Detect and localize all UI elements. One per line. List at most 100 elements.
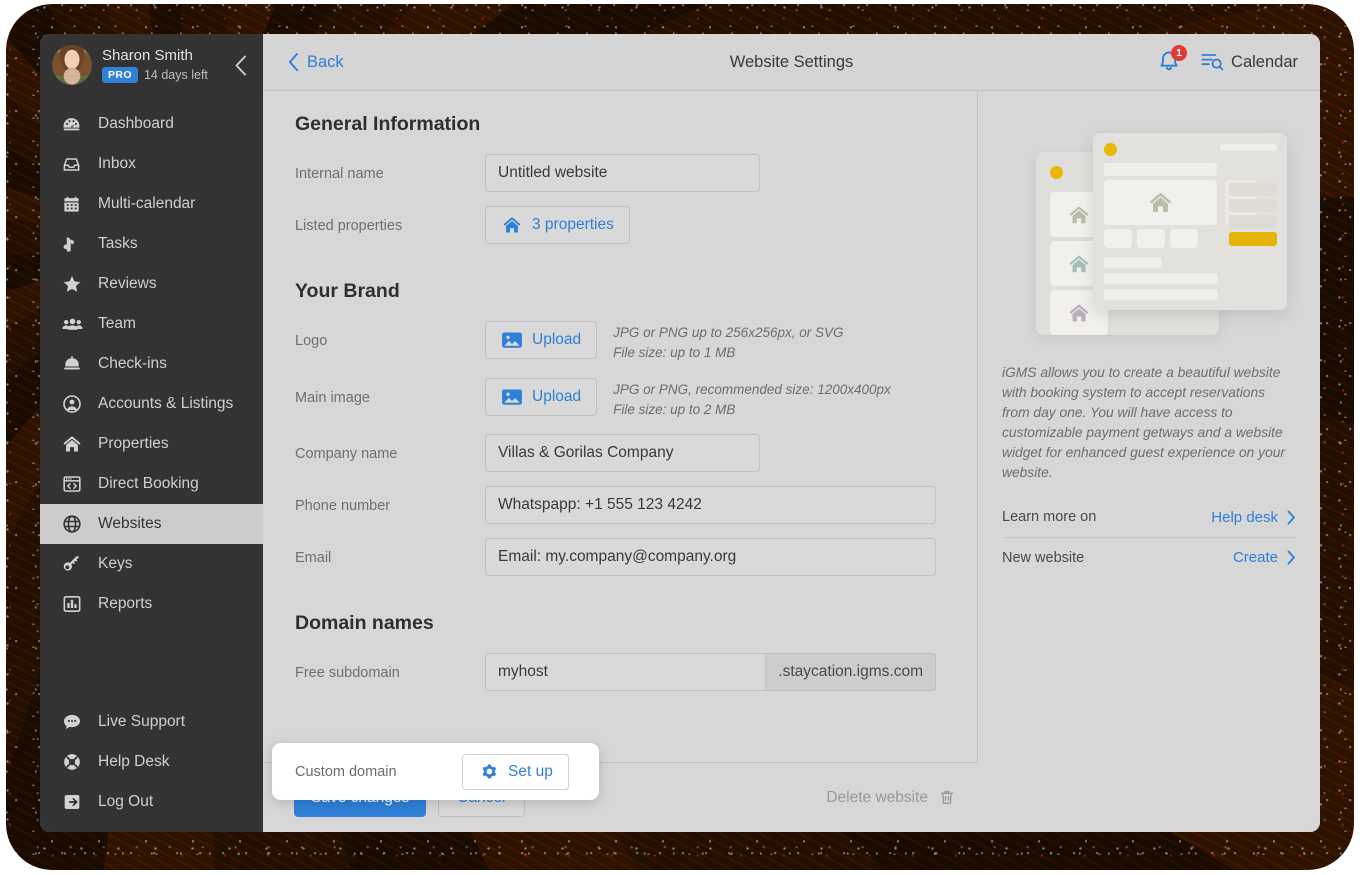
settings-form: General Information Internal name Untitl… <box>263 91 977 691</box>
section-title-brand: Your Brand <box>295 280 400 302</box>
sidebar-item-label: Reports <box>98 595 153 612</box>
free-subdomain-group: myhost .staycation.igms.com <box>485 653 936 691</box>
home-icon <box>1149 192 1172 212</box>
home-icon <box>503 217 521 233</box>
illustration-bar <box>1104 289 1218 300</box>
illustration-cta <box>1229 232 1277 246</box>
main-image-hint: JPG or PNG, recommended size: 1200x400px… <box>613 378 891 421</box>
calendar-icon <box>62 195 88 214</box>
chevron-left-icon[interactable] <box>229 52 251 78</box>
internal-name-field-wrap: Untitled website <box>485 154 977 192</box>
listed-properties-button[interactable]: 3 properties <box>485 206 630 244</box>
listed-properties-field-wrap: 3 properties <box>485 206 977 244</box>
logout-icon <box>62 792 88 812</box>
illustration-thumb <box>1137 229 1165 248</box>
illustration-bar <box>1104 163 1217 176</box>
field-row-email: Email Email: my.company@company.org <box>295 538 977 576</box>
main-image-field-wrap: Upload JPG or PNG, recommended size: 120… <box>485 377 977 421</box>
sidebar-item-properties[interactable]: Properties <box>40 424 263 464</box>
star-icon <box>62 274 88 294</box>
info-blurb: iGMS allows you to create a beautiful we… <box>1002 365 1286 480</box>
sidebar-item-log-out[interactable]: Log Out <box>40 782 263 822</box>
chevron-right-icon <box>1287 510 1295 524</box>
sidebar-item-label: Team <box>98 315 136 332</box>
sidebar-item-keys[interactable]: Keys <box>40 544 263 584</box>
sidebar-item-label: Dashboard <box>98 115 174 132</box>
field-row-company-name: Company name Villas & Gorilas Company <box>295 434 977 472</box>
illustration-field <box>1229 183 1277 196</box>
free-subdomain-input[interactable]: myhost <box>485 653 766 691</box>
settings-form-pane: General Information Internal name Untitl… <box>263 91 978 832</box>
learn-more-row: Learn more on Help desk <box>1002 497 1296 537</box>
main-image-hint-line-1: JPG or PNG, recommended size: 1200x400px <box>613 381 891 397</box>
trial-days-left: 14 days left <box>143 67 208 82</box>
sidebar-item-websites[interactable]: Websites <box>40 504 263 544</box>
people-icon <box>62 314 88 335</box>
field-row-free-subdomain: Free subdomain myhost .staycation.igms.c… <box>295 653 977 691</box>
sidebar-item-label: Keys <box>98 555 133 572</box>
inbox-icon <box>62 155 88 174</box>
help-desk-link[interactable]: Help desk <box>1211 509 1296 526</box>
content-row: General Information Internal name Untitl… <box>263 91 1320 832</box>
user-meta: PRO 14 days left <box>102 67 208 84</box>
lifebuoy-icon <box>62 752 88 772</box>
help-desk-label: Help desk <box>1211 508 1278 526</box>
sidebar-item-label: Help Desk <box>98 753 170 770</box>
company-name-input[interactable]: Villas & Gorilas Company <box>485 434 760 472</box>
back-button[interactable]: Back <box>288 53 344 72</box>
illustration-thumb <box>1170 229 1198 248</box>
sidebar-item-label: Reviews <box>98 275 157 292</box>
phone-input[interactable]: Whatspapp: +1 555 123 4242 <box>485 486 936 524</box>
sidebar-item-reports[interactable]: Reports <box>40 584 263 624</box>
tasks-icon <box>62 235 88 254</box>
sidebar-item-accounts-listings[interactable]: Accounts & Listings <box>40 384 263 424</box>
sidebar-item-multi-calendar[interactable]: Multi-calendar <box>40 184 263 224</box>
user-profile[interactable]: Sharon Smith PRO 14 days left <box>40 34 263 96</box>
sidebar-item-direct-booking[interactable]: Direct Booking <box>40 464 263 504</box>
illustration-bar <box>1220 144 1277 151</box>
illustration-bar <box>1104 257 1162 268</box>
sidebar-item-label: Tasks <box>98 235 138 252</box>
main-image-upload-button[interactable]: Upload <box>485 377 598 416</box>
notifications-button[interactable]: 1 <box>1156 45 1188 75</box>
internal-name-input[interactable]: Untitled website <box>485 154 760 192</box>
sidebar-item-dashboard[interactable]: Dashboard <box>40 104 263 144</box>
delete-website-button[interactable]: Delete website <box>826 788 956 807</box>
sidebar-item-help-desk[interactable]: Help Desk <box>40 742 263 782</box>
illustration-hero <box>1104 180 1217 225</box>
topbar: Back Website Settings 1 Calendar <box>263 34 1320 91</box>
logo-hint: JPG or PNG up to 256x256px, or SVG File … <box>613 321 843 364</box>
sidebar-item-tasks[interactable]: Tasks <box>40 224 263 264</box>
logo-upload-button[interactable]: Upload <box>485 321 598 359</box>
home-icon <box>1069 254 1089 272</box>
sidebar-item-label: Direct Booking <box>98 475 199 492</box>
listed-properties-value: 3 properties <box>532 216 614 233</box>
sidebar-item-label: Multi-calendar <box>98 195 196 212</box>
back-label: Back <box>307 52 344 71</box>
logo-hint-line-1: JPG or PNG up to 256x256px, or SVG <box>613 325 844 340</box>
new-website-row: New website Create <box>1002 537 1296 577</box>
email-input[interactable]: Email: my.company@company.org <box>485 538 936 576</box>
create-website-link[interactable]: Create <box>1233 549 1296 566</box>
sidebar-item-team[interactable]: Team <box>40 304 263 344</box>
main-image-upload-label: Upload <box>532 387 582 405</box>
field-row-phone: Phone number Whatspapp: +1 555 123 4242 <box>295 486 977 524</box>
sidebar: Sharon Smith PRO 14 days left Dashboard <box>40 34 263 832</box>
section-title-domains: Domain names <box>295 612 434 634</box>
sidebar-item-check-ins[interactable]: Check-ins <box>40 344 263 384</box>
sidebar-item-inbox[interactable]: Inbox <box>40 144 263 184</box>
logo-label: Logo <box>295 333 328 349</box>
sidebar-item-live-support[interactable]: Live Support <box>40 702 263 742</box>
bar-chart-icon <box>62 594 88 614</box>
sidebar-item-reviews[interactable]: Reviews <box>40 264 263 304</box>
custom-domain-setup-button[interactable]: Set up <box>462 753 569 790</box>
field-row-listed-properties: Listed properties 3 properties <box>295 206 977 244</box>
calendar-button[interactable]: Calendar <box>1200 51 1298 73</box>
illustration-dot <box>1050 166 1063 179</box>
globe-icon <box>62 514 88 534</box>
sidebar-item-label: Live Support <box>98 713 186 730</box>
app-window: Sharon Smith PRO 14 days left Dashboard <box>40 34 1320 832</box>
bell-desk-icon <box>62 354 88 374</box>
internal-name-label: Internal name <box>295 166 384 182</box>
sidebar-item-label: Websites <box>98 515 162 532</box>
